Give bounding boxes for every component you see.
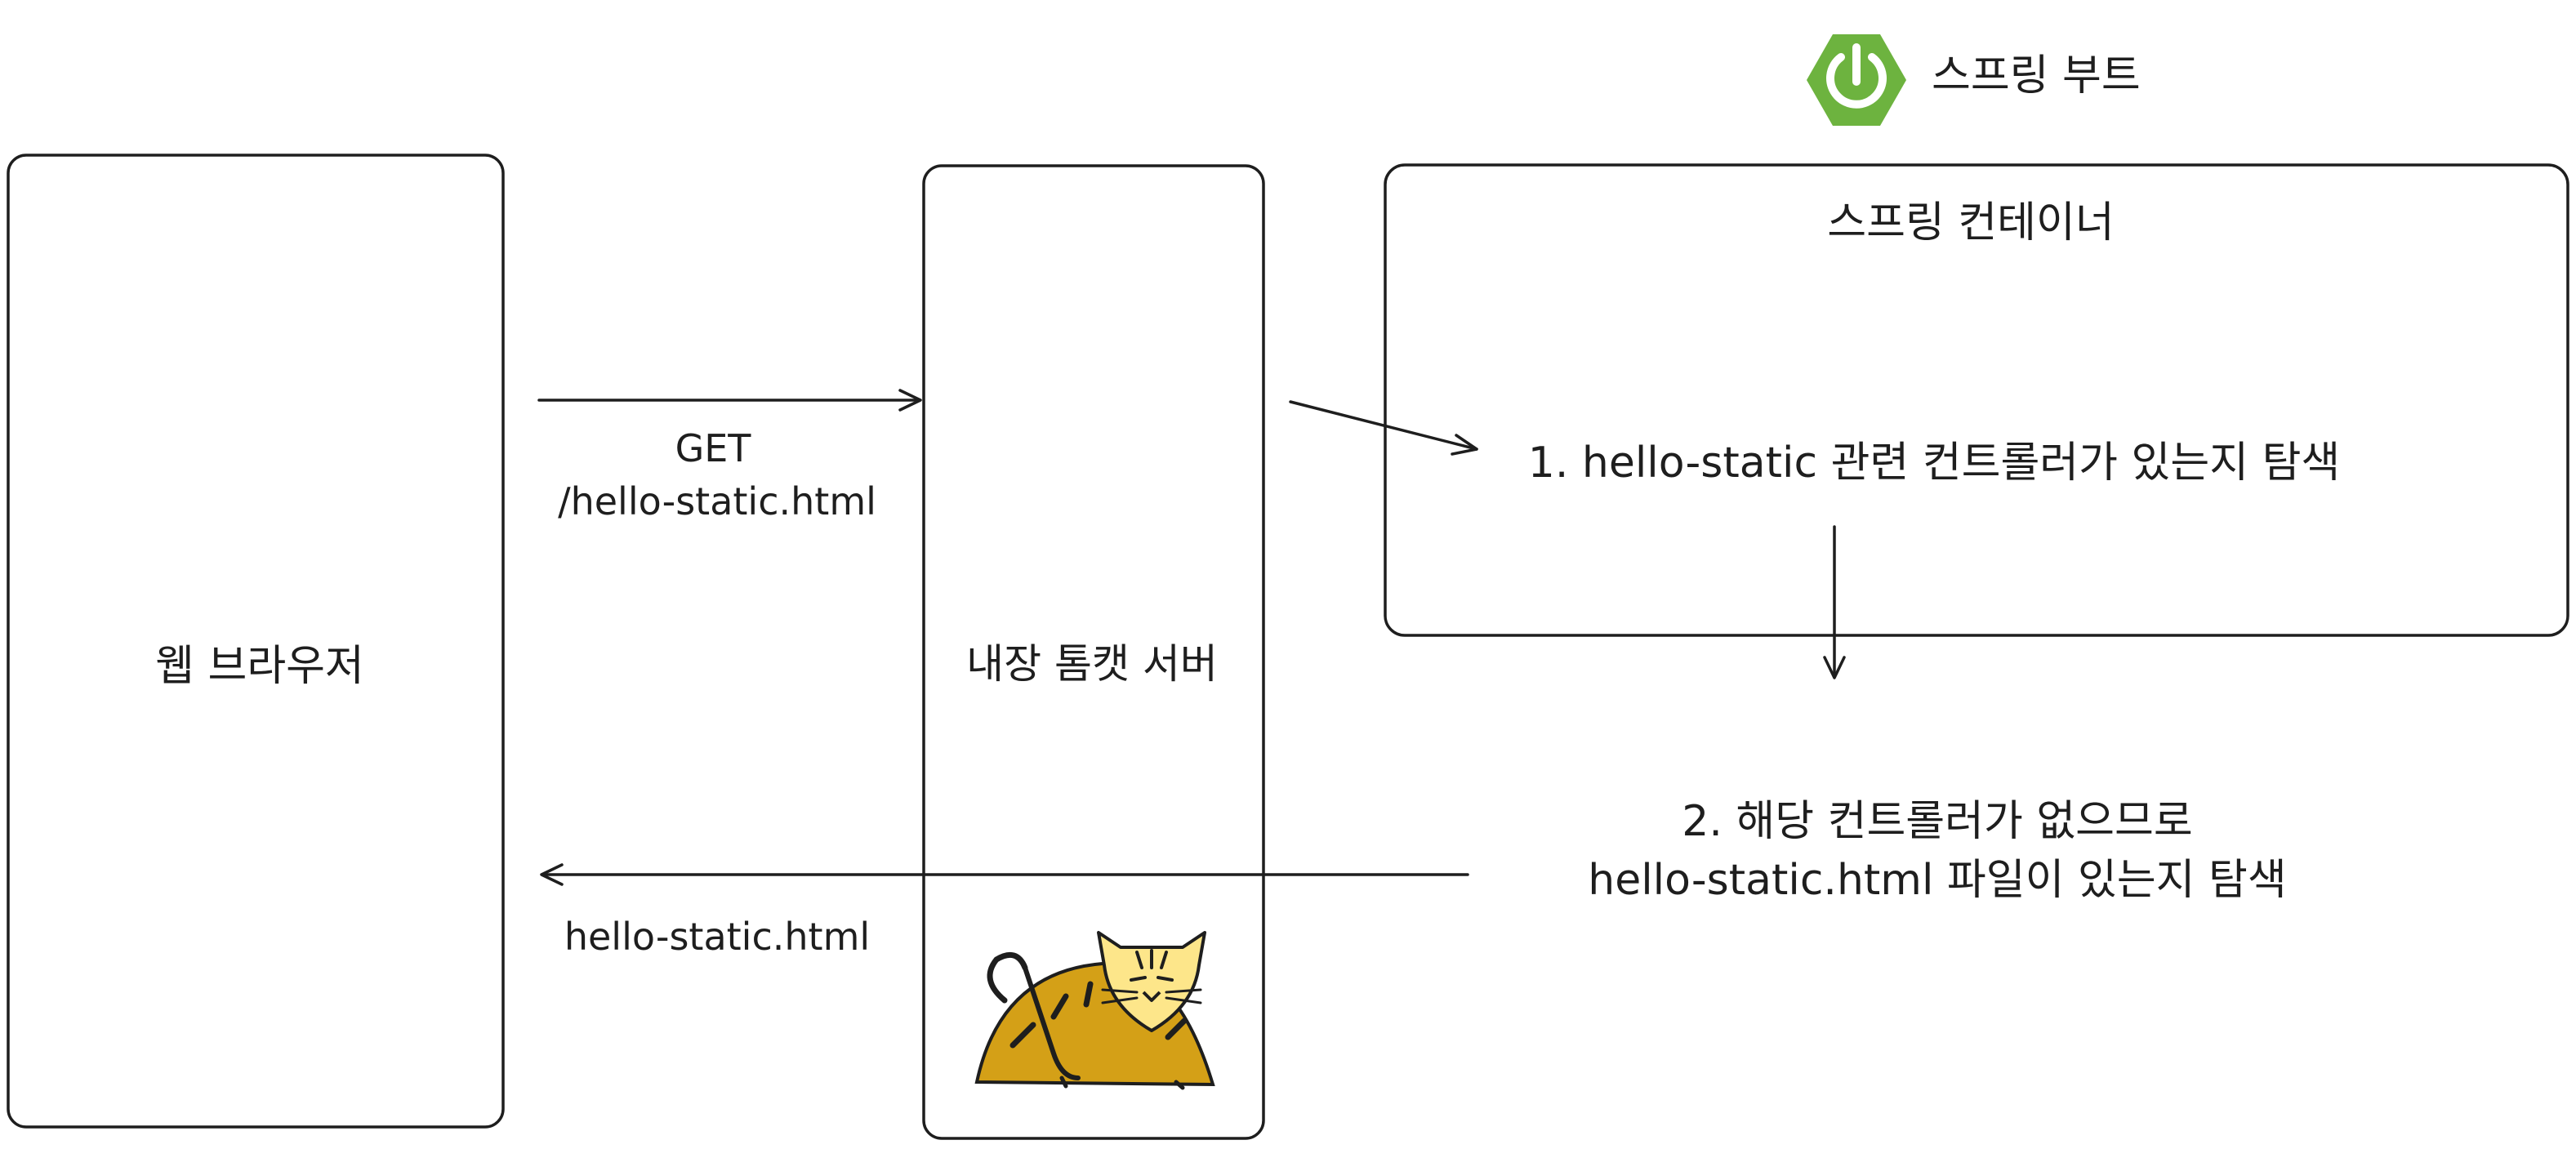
step1-to-step2-arrow — [1823, 525, 1846, 679]
spring-container-label: 스프링 컨테이너 — [1827, 198, 2114, 247]
request-arrow — [537, 389, 922, 412]
spring-boot-brand: 스프링 부트 — [1807, 34, 2141, 126]
tomcat-to-container-arrow — [1289, 400, 1478, 456]
web-browser-label: 웹 브라우저 — [155, 642, 364, 691]
web-browser-node: 웹 브라우저 — [7, 154, 505, 1129]
request-label-method: GET — [675, 426, 752, 470]
step1-text: 1. hello-static 관련 컨트롤러가 있는지 탐색 — [1528, 439, 2341, 488]
response-label: hello-static.html — [564, 915, 870, 959]
step2-line1: 2. 해당 컨트롤러가 없으므로 — [1682, 797, 2192, 846]
tomcat-server-node: 내장 톰캣 서버 — [922, 164, 1265, 1140]
step2-line2: hello-static.html 파일이 있는지 탐색 — [1588, 856, 2286, 905]
request-label-path: /hello-static.html — [558, 479, 876, 523]
tomcat-server-label: 내장 톰캣 서버 — [966, 640, 1218, 688]
step2-text: 2. 해당 컨트롤러가 없으므로 hello-static.html 파일이 있… — [1588, 797, 2286, 905]
response-arrow — [540, 863, 1469, 886]
diagram-canvas: 스프링 부트 웹 브라우저 내장 톰캣 서버 스프링 컨테이너 1. hello… — [7, 34, 2569, 1140]
tomcat-icon — [974, 931, 1215, 1090]
spring-boot-label: 스프링 부트 — [1932, 51, 2141, 100]
web-browser-box — [7, 154, 505, 1129]
spring-container-node: 스프링 컨테이너 1. hello-static 관련 컨트롤러가 있는지 탐색 — [1384, 163, 2569, 637]
